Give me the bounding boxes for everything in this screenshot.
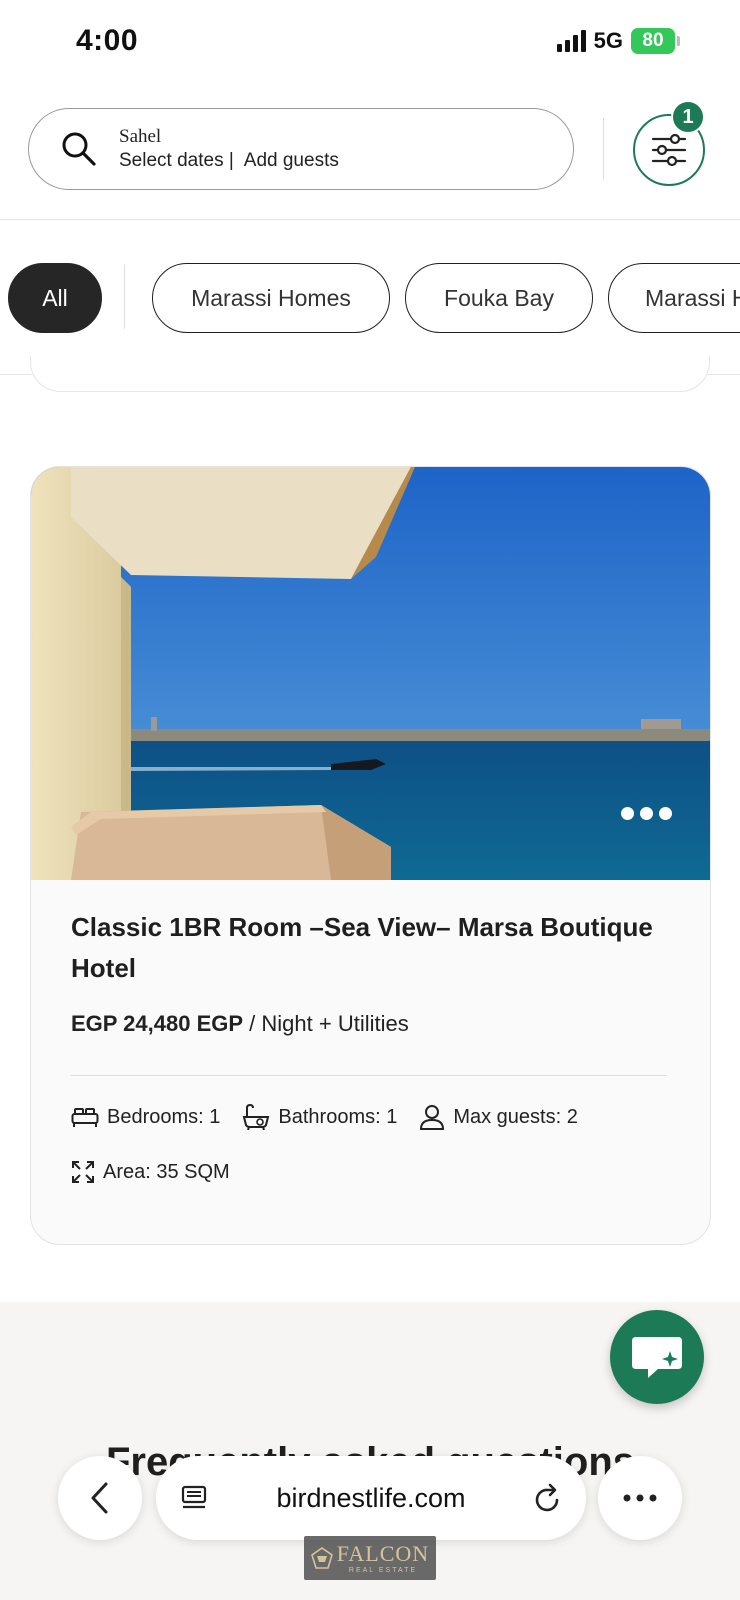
battery-icon: 80 (631, 28, 680, 54)
bathrooms-label: Bathrooms: 1 (278, 1105, 398, 1128)
watermark-main: FALCON (336, 1540, 430, 1566)
category-chip-marassi-partial[interactable]: Marassi H (608, 263, 740, 333)
search-bar[interactable]: Sahel Select dates | Add guests (28, 108, 574, 190)
page-menu-icon[interactable] (180, 1484, 208, 1512)
area-label: Area: 35 SQM (103, 1160, 230, 1183)
bed-icon (71, 1108, 99, 1127)
category-chip-fouka-bay[interactable]: Fouka Bay (405, 263, 593, 333)
listing-title[interactable]: Classic 1BR Room –Sea View– Marsa Boutiq… (71, 907, 681, 989)
listing-divider (71, 1075, 667, 1076)
price-amount: EGP 24,480 EGP (71, 1011, 244, 1036)
reload-icon[interactable] (534, 1483, 562, 1513)
amenity-max-guests: Max guests: 2 (419, 1104, 578, 1130)
back-button[interactable] (58, 1456, 142, 1540)
status-bar: 4:00 5G 80 (0, 0, 740, 86)
bedrooms-label: Bedrooms: 1 (107, 1105, 221, 1128)
chat-assistant-button[interactable] (610, 1310, 704, 1404)
category-bar: All Marassi Homes Fouka Bay Marassi H (0, 221, 740, 375)
price-suffix: / Night + Utilities (249, 1011, 409, 1036)
watermark-logo: FALCON REAL ESTATE (304, 1536, 436, 1580)
chevron-left-icon (91, 1482, 108, 1514)
listing-photo[interactable] (31, 467, 711, 880)
battery-level: 80 (631, 28, 675, 54)
header-divider (603, 118, 604, 180)
amenity-bathrooms: Bathrooms: 1 (242, 1104, 397, 1130)
amenity-area: Area: 35 SQM (71, 1160, 230, 1184)
browser-toolbar: birdnestlife.com (0, 1456, 740, 1546)
url-text[interactable]: birdnestlife.com (208, 1483, 534, 1514)
user-icon (420, 1105, 445, 1130)
status-indicators: 5G 80 (556, 28, 680, 54)
max-guests-label: Max guests: 2 (453, 1105, 578, 1128)
watermark-sub: REAL ESTATE (348, 1566, 418, 1574)
listing-card[interactable]: Classic 1BR Room –Sea View– Marsa Boutiq… (30, 466, 711, 1245)
search-guests[interactable]: Add guests (244, 150, 339, 172)
previous-listing-card[interactable] (30, 356, 710, 392)
search-icon (62, 132, 96, 166)
sliders-icon (651, 133, 687, 167)
signal-icon (556, 30, 586, 52)
ellipsis-icon (623, 1494, 657, 1502)
more-options-icon[interactable] (621, 807, 672, 820)
search-details: Select dates | Add guests (119, 150, 339, 172)
network-label: 5G (593, 28, 623, 53)
listing-details: Classic 1BR Room –Sea View– Marsa Boutiq… (71, 907, 681, 1184)
address-bar[interactable]: birdnestlife.com (156, 1456, 586, 1540)
expand-icon (72, 1161, 94, 1183)
search-dates[interactable]: Select dates | (119, 150, 234, 172)
category-chip-marassi-homes[interactable]: Marassi Homes (152, 263, 390, 333)
status-time: 4:00 (76, 24, 139, 57)
more-menu-button[interactable] (598, 1456, 682, 1540)
amenity-bedrooms: Bedrooms: 1 (71, 1104, 220, 1130)
falcon-logo-icon (310, 1547, 333, 1569)
filter-count-badge: 1 (671, 100, 705, 134)
chat-sparkle-icon (632, 1337, 682, 1378)
search-summary: Sahel Select dates | Add guests (119, 126, 339, 172)
bathtub-icon (243, 1104, 270, 1130)
listing-price: EGP 24,480 EGP / Night + Utilities (71, 1011, 681, 1037)
search-header: Sahel Select dates | Add guests 1 (0, 86, 740, 220)
amenities-list: Bedrooms: 1 Bathrooms: 1 Max guests: 2 A… (71, 1104, 681, 1184)
category-chip-all[interactable]: All (8, 263, 102, 333)
category-divider (124, 265, 125, 329)
search-location: Sahel (119, 126, 162, 147)
